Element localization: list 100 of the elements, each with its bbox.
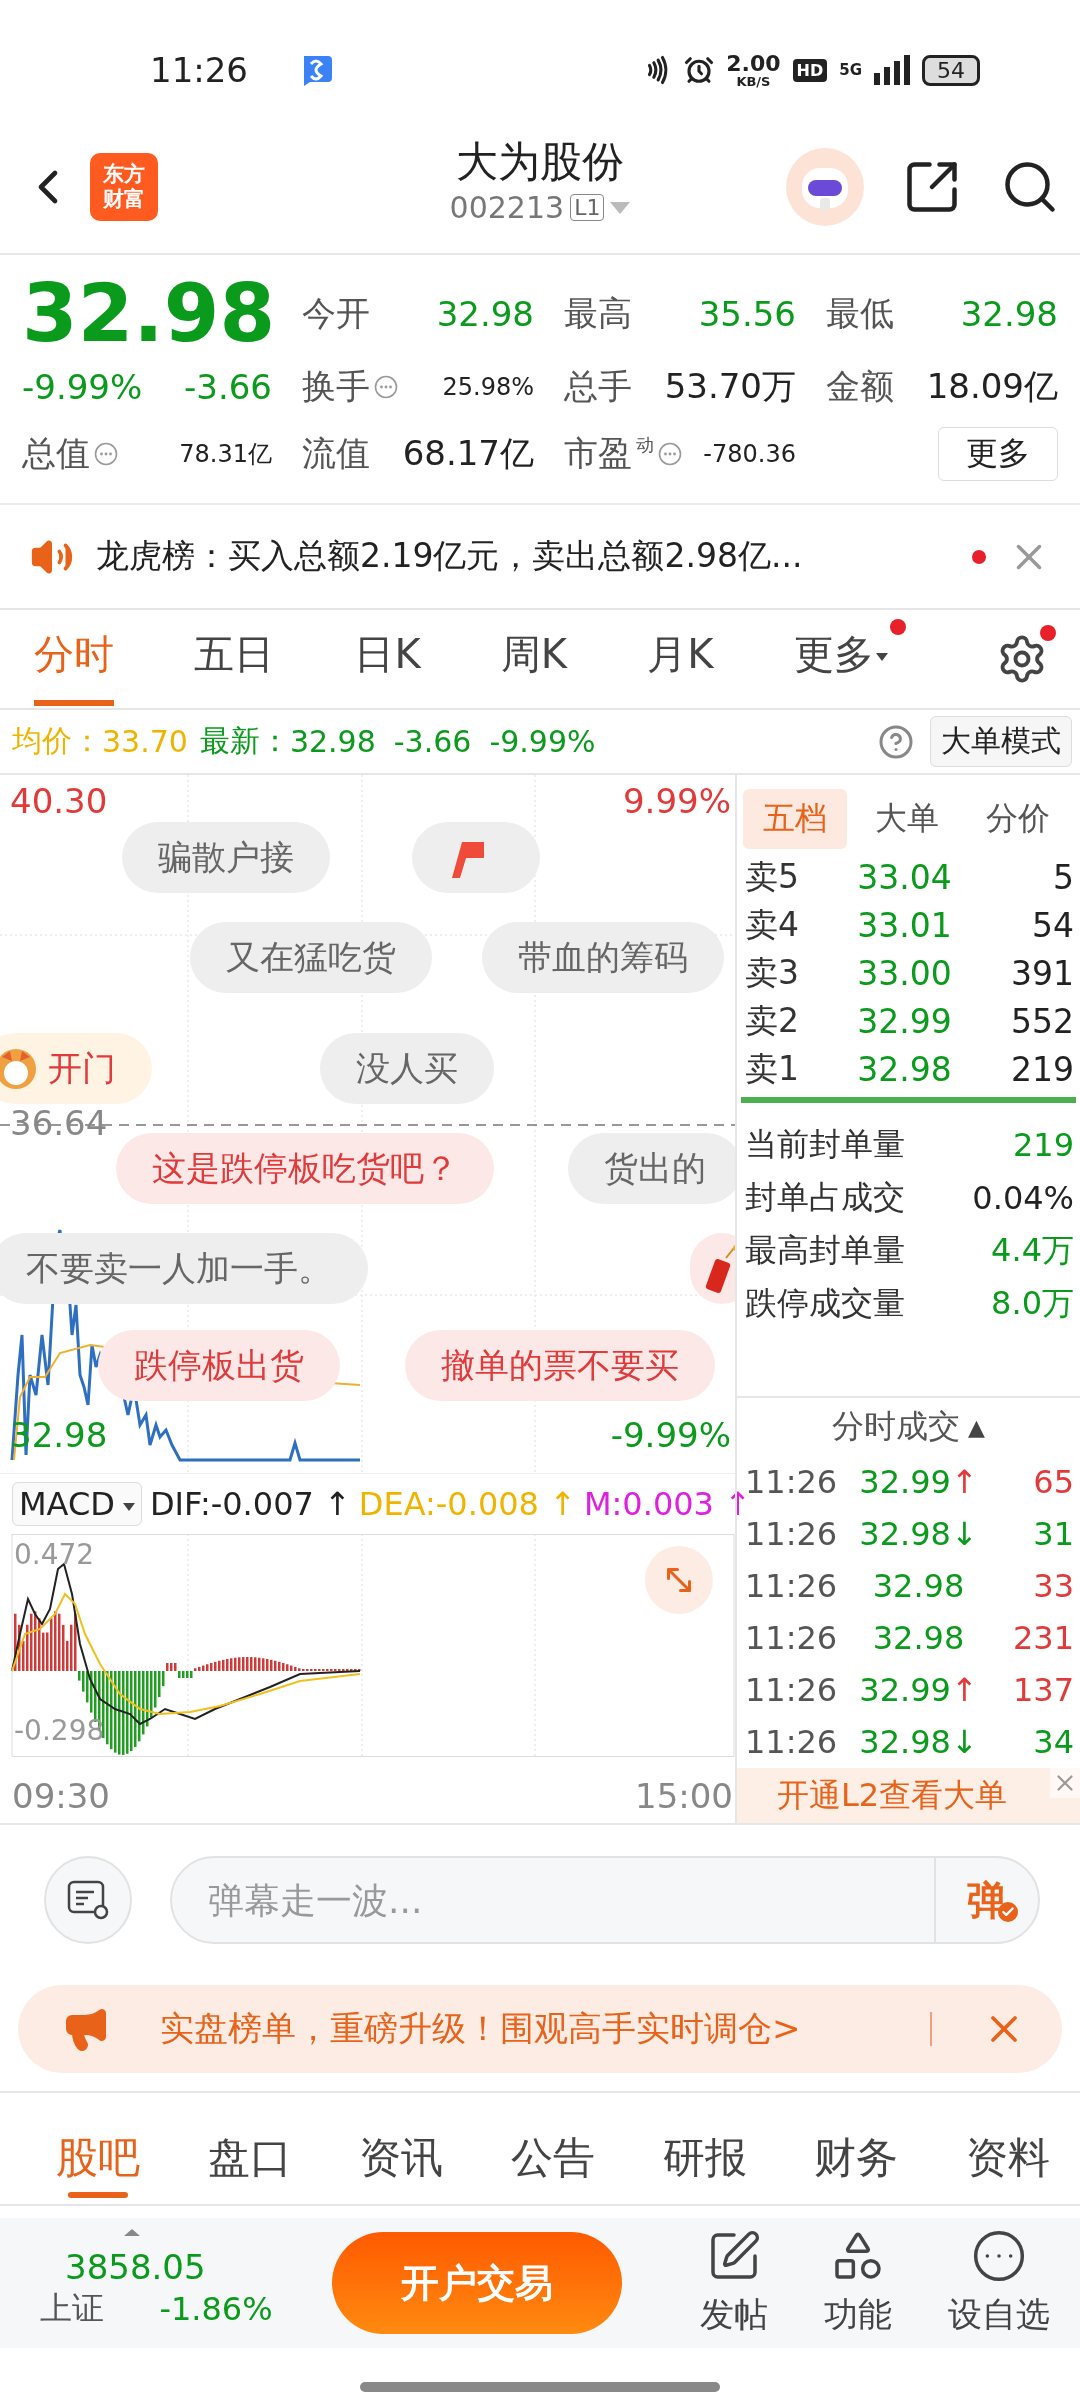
chart-tab[interactable]: 周K — [500, 612, 568, 706]
latest-percent: -9.99% — [489, 724, 596, 759]
stat-label: 最低 — [826, 292, 894, 335]
index-percent: -1.86% — [159, 2290, 274, 2328]
latest-price: 32.98 — [289, 724, 376, 759]
change-percent: -9.99% — [22, 367, 143, 407]
index-name: 上证 — [40, 2288, 105, 2329]
trade-volume: 65 — [1032, 1463, 1074, 1501]
stat-superscript: 动 — [636, 433, 654, 457]
chart-tab[interactable]: 五日 — [194, 612, 275, 706]
content-tab[interactable]: 盘口 — [207, 2130, 292, 2204]
content-tab[interactable]: 资料 — [965, 2130, 1050, 2204]
stat-label: 封单占成交 — [745, 1176, 906, 1218]
latest-change: -3.66 — [393, 724, 472, 759]
danmaku-bubble: 骗散户接 — [122, 822, 330, 893]
stat-label: 最高封单量 — [745, 1229, 906, 1271]
order-book-tab[interactable]: 分价 — [966, 789, 1070, 849]
stat-value: 18.09亿 — [926, 365, 1058, 408]
large-order-mode-button[interactable]: 大单模式 — [930, 716, 1072, 767]
stat-value: 0.04% — [972, 1178, 1074, 1217]
stat-value: 68.17亿 — [402, 432, 534, 475]
more-info-icon[interactable] — [658, 442, 682, 466]
axis-label: 0.472 — [14, 1537, 95, 1571]
speed-unit: KB/S — [736, 74, 771, 88]
network-type: 5G — [839, 61, 862, 79]
signal-icon — [874, 55, 910, 85]
ask-price: 33.00 — [856, 953, 953, 993]
ask-volume: 5 — [1052, 857, 1074, 897]
stat-label: 总手 — [564, 365, 632, 408]
ask-label: 卖2 — [745, 999, 800, 1042]
danmaku-bubble: 撤单的票不要买 — [405, 1330, 715, 1401]
ask-price: 32.98 — [856, 1049, 953, 1089]
order-book-tab[interactable]: 大单 — [854, 789, 959, 849]
toolbar-action[interactable]: 功能 — [824, 2228, 892, 2338]
time-label: 15:00 — [635, 1775, 733, 1816]
time-label: 09:30 — [12, 1775, 110, 1816]
trades-title: 分时成交 — [832, 1406, 961, 1447]
trade-time: 11:26 — [745, 1463, 833, 1501]
avatar-icon — [0, 1046, 38, 1091]
ask-volume: 219 — [1010, 1049, 1074, 1089]
stat-label: 跌停成交量 — [745, 1282, 906, 1324]
caret-icon[interactable] — [610, 201, 631, 214]
battery-level: 54 — [922, 54, 980, 86]
danmaku-bubble: 不要卖一人加一手。 — [0, 1233, 368, 1304]
alarm-icon — [684, 55, 715, 85]
axis-label: 9.99% — [623, 781, 731, 821]
network-speed: 2.00 — [726, 52, 781, 75]
chart-tab[interactable]: 更多 — [793, 612, 906, 706]
more-info-icon[interactable] — [374, 375, 398, 399]
stat-label: 当前封单量 — [745, 1123, 906, 1165]
stat-label: 今开 — [302, 292, 370, 335]
indicator-value: DEA:-0.008 ↑ — [358, 1484, 576, 1523]
ask-volume: 54 — [1031, 905, 1074, 945]
promo-text: 实盘榜单，重磅升级！围观高手实时调仓> — [160, 2007, 802, 2050]
content-tab[interactable]: 公告 — [510, 2130, 595, 2204]
trade-volume: 137 — [1011, 1671, 1074, 1709]
alert-text[interactable]: 龙虎榜：买入总额2.19亿元，卖出总额2.98亿... — [96, 534, 950, 579]
chart-tab[interactable]: 月K — [647, 612, 714, 706]
toolbar-action[interactable]: 设自选 — [948, 2228, 1050, 2338]
chart-tab[interactable]: 日K — [354, 612, 421, 706]
danmaku-bubble: 货出的 — [568, 1133, 735, 1204]
stock-name: 大为股份 — [456, 136, 624, 188]
axis-label: 36.64 — [10, 1103, 108, 1143]
trade-price: 32.99↑ — [858, 1463, 979, 1501]
help-icon[interactable] — [878, 723, 914, 760]
close-button[interactable] — [1050, 1768, 1080, 1798]
stat-label: 换手 — [302, 365, 370, 408]
stat-label: 市盈 — [564, 432, 632, 475]
sort-icon[interactable]: ▲ — [968, 1414, 985, 1440]
stat-value: 53.70万 — [664, 365, 796, 408]
stat-value: 25.98% — [442, 373, 534, 401]
ask-label: 卖1 — [745, 1047, 800, 1090]
assistant-avatar[interactable] — [786, 147, 864, 226]
danmaku-bubble: 开门 — [0, 1033, 152, 1104]
stat-value: 4.4万 — [991, 1229, 1074, 1271]
danmaku-bubble: 这是跌停板吃货吧？ — [116, 1133, 494, 1204]
ask-label: 卖4 — [745, 903, 800, 946]
index-value: 3858.05 — [64, 2246, 207, 2287]
trade-volume: 34 — [1032, 1723, 1074, 1761]
ask-price: 33.04 — [856, 857, 953, 897]
trade-time: 11:26 — [745, 1619, 833, 1657]
more-info-icon[interactable] — [94, 442, 118, 466]
trade-price: 32.99↑ — [858, 1671, 979, 1709]
stock-code: 002213 — [449, 190, 565, 225]
trade-time: 11:26 — [745, 1567, 833, 1605]
content-tab[interactable]: 资讯 — [359, 2130, 444, 2204]
ask-price: 32.99 — [856, 1001, 953, 1041]
more-button[interactable]: 更多 — [938, 427, 1058, 481]
content-tab[interactable]: 财务 — [814, 2130, 899, 2204]
toolbar-action[interactable]: 发帖 — [700, 2228, 768, 2338]
change-amount: -3.66 — [184, 367, 272, 407]
indicator-selector[interactable]: MACD — [12, 1481, 142, 1526]
ask-label: 卖5 — [745, 855, 800, 898]
trade-volume: 231 — [1011, 1619, 1074, 1657]
trade-price: 32.98 — [871, 1619, 966, 1657]
stat-value: 8.0万 — [991, 1282, 1074, 1324]
stat-value: 32.98 — [960, 294, 1058, 334]
content-tab[interactable]: 研报 — [662, 2130, 747, 2204]
stat-label: 流值 — [302, 432, 370, 475]
stat-label: 总值 — [22, 432, 90, 475]
